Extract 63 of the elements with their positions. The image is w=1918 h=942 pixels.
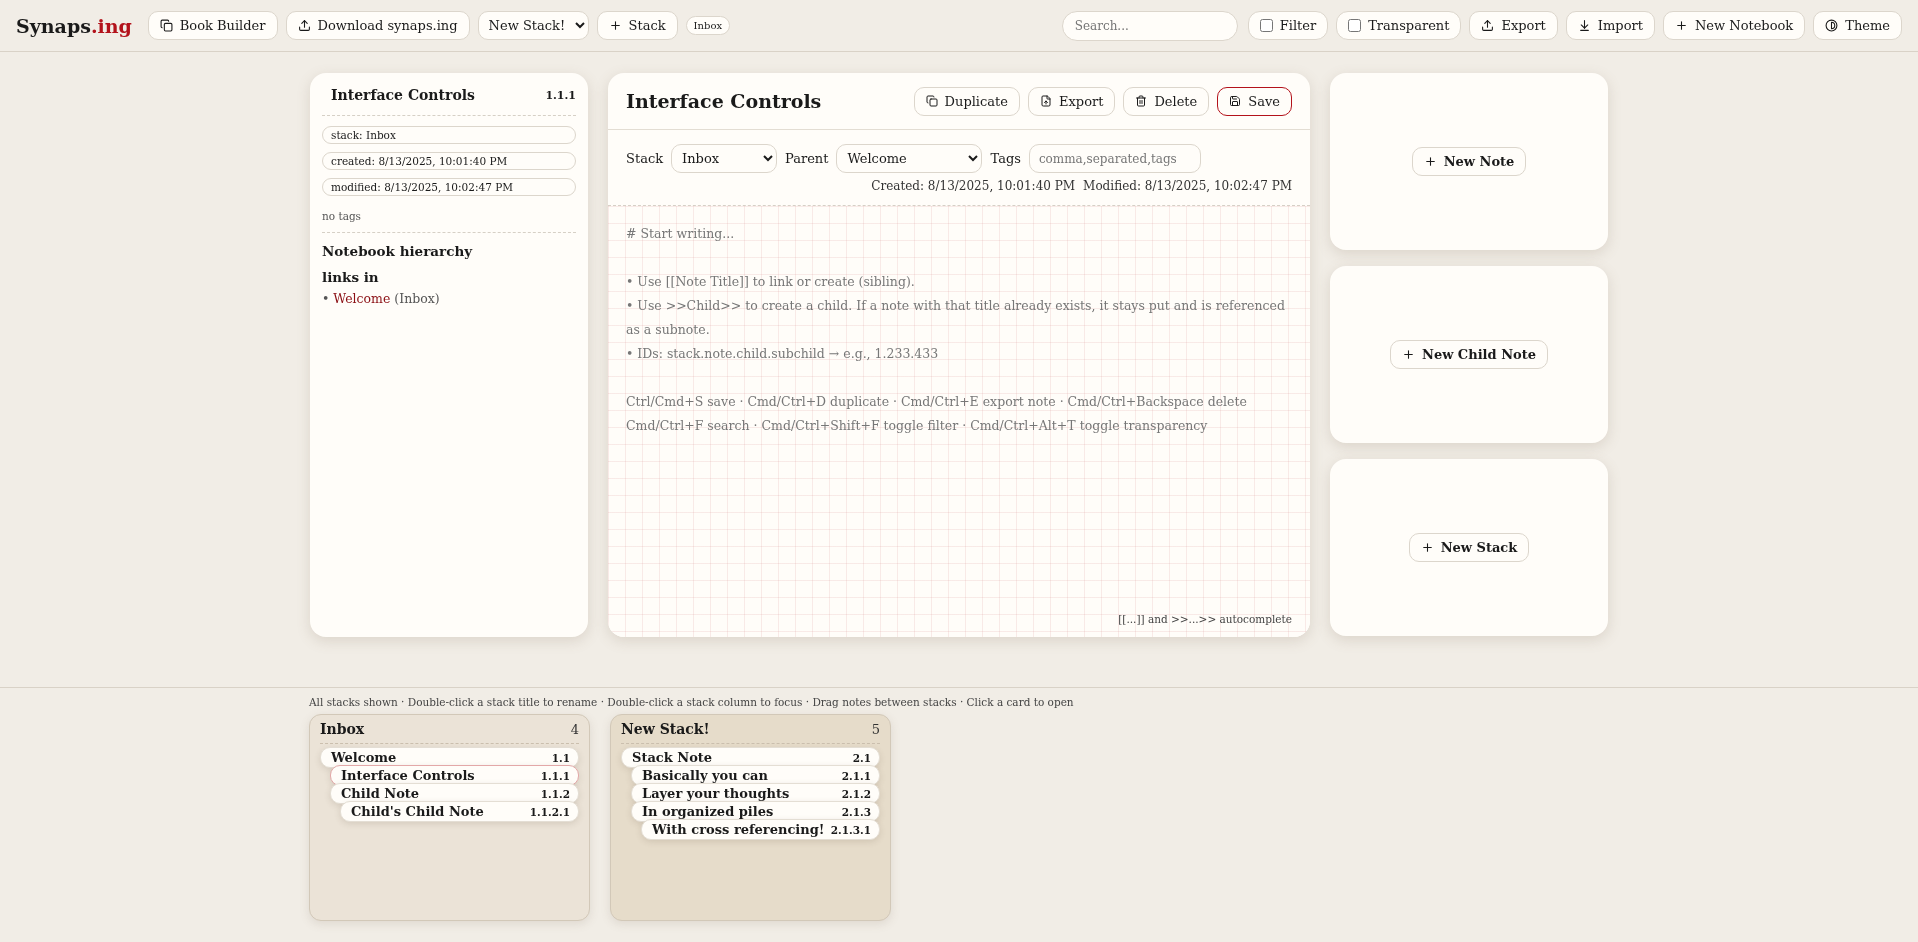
book-builder-button[interactable]: Book Builder (147, 11, 278, 40)
parent-select[interactable]: Welcome (836, 144, 983, 173)
download-icon (1577, 19, 1591, 32)
note-editor-field[interactable]: # Start writing... • Use [[Note Title]] to link or create (sibling). • Use >>Child>> to create a child. If a note with that title already exists, it stays put and is referenced as a subnote. • IDs: stack.note.child.subchild → e.g., 1.233.433 Ctrl/Cmd+S save · Cmd/Ctrl+D duplicate · Cmd/Ctrl+E export note · Cmd/Ctrl+Backspace delete Cmd/Ctrl+F search · Cmd/Ctrl+Shift+F toggle filter · Cmd/Ctrl+Alt+T toggle transparency [[...]] and >>...>> autocomplete (608, 206, 1310, 637)
action-button[interactable]: Export (1028, 86, 1116, 116)
note-card[interactable]: With cross referencing! 2.1.3.1 (641, 819, 880, 840)
plus-icon (1674, 19, 1688, 32)
section-heading: links in (322, 269, 380, 285)
upload-icon (1481, 19, 1495, 32)
tags-field[interactable]: comma,separated,tags (1028, 144, 1201, 173)
stack-title: New Stack! (621, 721, 710, 737)
app-logo: Synaps.ing (16, 14, 132, 37)
upload-icon (297, 19, 311, 32)
filter-toggle[interactable]: Filter (1247, 11, 1329, 40)
current-stack-badge: Inbox (685, 16, 731, 35)
transparent-toggle[interactable]: Transparent (1336, 11, 1462, 40)
quick-action-button[interactable]: New Child Note (1390, 340, 1548, 369)
search-field[interactable]: Search... (1061, 10, 1238, 41)
copy-icon (159, 19, 173, 32)
add-stack-button[interactable]: Stack (596, 11, 678, 40)
export-button[interactable]: Export (1469, 11, 1558, 40)
board-hint: All stacks shown · Double-click a stack title to rename · Double-click a stack column to focus · Drag notes between stacks · Click a card to open (309, 696, 1075, 708)
download-button[interactable]: Download synaps.ing (285, 11, 470, 40)
checkbox[interactable] (1259, 19, 1273, 32)
editor-title: Interface Controls (626, 90, 823, 112)
note-id: 1.1.1 (545, 88, 576, 102)
autocomplete-hint: [[...]] and >>...>> autocomplete (1118, 613, 1292, 625)
copy-icon (925, 95, 938, 107)
stack-select[interactable]: Inbox (671, 144, 778, 173)
created-date: Created: 8/13/2025, 10:01:40 PM (871, 179, 1076, 193)
save-icon (1229, 95, 1242, 107)
new-notebook-button[interactable]: New Notebook (1662, 11, 1806, 40)
stack-title: Inbox (320, 721, 365, 737)
plus-icon (608, 19, 622, 32)
plus-icon (1402, 348, 1415, 361)
action-button[interactable]: Delete (1123, 86, 1210, 116)
note-link[interactable]: Welcome (333, 291, 391, 306)
tags-note: no tags (322, 196, 576, 233)
theme-button[interactable]: Theme (1813, 11, 1902, 40)
quick-action-button[interactable]: New Stack (1408, 533, 1530, 562)
note-card[interactable]: Child's Child Note 1.1.2.1 (340, 801, 579, 822)
stack-count: 5 (871, 721, 880, 737)
modified-date: Modified: 8/13/2025, 10:02:47 PM (1083, 179, 1292, 193)
plus-icon (1423, 155, 1437, 168)
stack-count: 4 (570, 721, 579, 737)
field-label: Tags (990, 151, 1021, 166)
field-label: Parent (785, 151, 829, 166)
stack-column[interactable]: New Stack! 5 Stack Note 2.1 Basically you can 2.1.1 Layer your thoughts 2.1.2 In organized piles 2.1.3 With cross referencing! 2.1.3.1 (610, 714, 891, 921)
action-button[interactable]: Save (1217, 86, 1292, 116)
file-upload-icon (1040, 95, 1052, 107)
field-label: Stack (626, 151, 664, 166)
action-button[interactable]: Duplicate (913, 86, 1020, 116)
stack-select[interactable]: New Stack! (477, 11, 589, 40)
section-heading: Notebook hierarchy (322, 243, 474, 259)
stack-column[interactable]: Inbox 4 Welcome 1.1 Interface Controls 1.1.1 Child Note 1.1.2 Child's Child Note 1.1.2.1 (309, 714, 590, 921)
quick-action-button[interactable]: New Note (1411, 147, 1527, 176)
trash-icon (1135, 95, 1148, 107)
note-title: Interface Controls (331, 87, 475, 103)
import-button[interactable]: Import (1565, 11, 1655, 40)
backlink-line: • Welcome (Inbox) (322, 291, 441, 306)
contrast-icon (1825, 19, 1839, 32)
plus-icon (1420, 541, 1434, 554)
checkbox[interactable] (1348, 19, 1362, 32)
